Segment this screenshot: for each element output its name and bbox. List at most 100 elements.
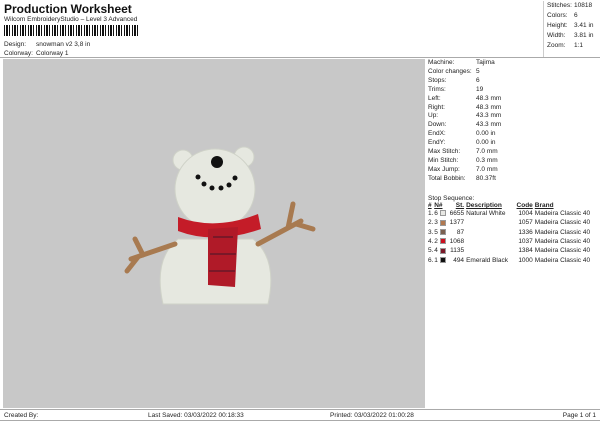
stop-sequence-label: Stop Sequence: [428, 195, 475, 202]
thread-description [466, 237, 514, 246]
stat-value: 3.81 in [574, 32, 594, 39]
info-row: Max Jump: 7.0 mm [428, 166, 598, 175]
info-label: Total Bobbin: [428, 174, 466, 182]
stat-label: Zoom: [547, 42, 566, 49]
color-swatch [439, 238, 446, 245]
info-value: 80.37ft [476, 174, 496, 182]
info-row: Max Stitch: 7.0 mm [428, 148, 598, 157]
thread-brand: Madeira Classic 40 [534, 228, 591, 236]
color-swatch [439, 247, 446, 254]
design-value: snowman v2 3,8 in [36, 41, 91, 48]
page-title: Production Worksheet [4, 2, 132, 16]
stitch-count: 1377 [449, 219, 465, 227]
table-row: 1. 6 6655 Natural White 1004 Madeira Classic… [428, 209, 598, 218]
footer: Created By: Last Saved: 03/03/2022 00:18… [0, 409, 600, 421]
info-row: Up: 43.3 mm [428, 112, 598, 121]
info-value: 43.3 mm [476, 112, 502, 120]
thread-brand: Madeira Classic 40 [534, 238, 591, 246]
column-header: Code [516, 202, 533, 209]
info-label: Color changes: [428, 67, 472, 75]
stat-value: 3.41 in [574, 22, 594, 29]
thread-code: 1057 [518, 219, 533, 227]
stat-label: Height: [547, 22, 568, 29]
info-label: Stops: [428, 76, 447, 84]
info-label: Down: [428, 121, 447, 129]
color-swatch [439, 229, 446, 236]
column-header: St. [455, 202, 465, 209]
stat-label: Colors: [547, 12, 568, 19]
needle-cell: 4 [434, 246, 447, 255]
info-label: Machine: [428, 59, 455, 66]
info-row: Color changes: 5 [428, 68, 598, 77]
info-label: EndX: [428, 130, 446, 138]
thread-brand: Madeira Classic 40 [534, 256, 591, 264]
column-header: N# [434, 202, 443, 209]
colorway-row: Colorway: Colorway 1 [4, 50, 69, 57]
needle-number: 5 [434, 228, 438, 236]
stat-value: 6 [574, 12, 578, 19]
column-header: Description [466, 202, 502, 209]
info-value: 0.3 mm [476, 156, 498, 164]
table-row: 5. 4 1135 1384 Madeira Classic 40 [428, 246, 598, 255]
software-name: Wilcom EmbroideryStudio – Level 3 Advanc… [4, 16, 138, 23]
design-preview [3, 59, 425, 408]
snowman-image [124, 146, 316, 305]
table-row: 6. 1 494 Emerald Black 1000 Madeira Classic … [428, 255, 598, 264]
needle-number: 3 [434, 219, 438, 227]
thread-description [466, 246, 514, 255]
info-label: Left: [428, 94, 441, 102]
info-value: 0.00 in [476, 139, 496, 147]
stat-value: 1:1 [574, 42, 584, 49]
info-row: Total Bobbin: 80.37ft [428, 175, 598, 184]
stop-sequence-table: Stop Sequence: # N# St. Description Code Bran… [428, 195, 598, 265]
thread-brand: Madeira Classic 40 [534, 247, 591, 255]
stitch-count: 1068 [449, 238, 465, 246]
needle-number: 2 [434, 238, 438, 246]
info-label: Trims: [428, 85, 446, 93]
stat-value: 10818 [574, 2, 593, 9]
needle-cell: 5 [434, 228, 447, 237]
thread-code: 1004 [518, 210, 533, 218]
needle-cell: 6 [434, 209, 447, 218]
stat-label: Width: [547, 32, 566, 39]
thread-code: 1037 [518, 238, 533, 246]
info-row: Down: 43.3 mm [428, 121, 598, 130]
stat-label: Stitches: [547, 2, 572, 9]
info-row: Right: 48.3 mm [428, 104, 598, 113]
stitch-count: 87 [456, 228, 465, 236]
created-by: Created By: [4, 412, 39, 419]
info-value: 5 [476, 67, 480, 75]
thread-brand: Madeira Classic 40 [534, 210, 591, 218]
info-row: Machine: Tajima [428, 59, 598, 68]
needle-number: 6 [434, 210, 438, 218]
thread-description [466, 218, 514, 227]
info-label: Right: [428, 103, 445, 111]
thread-code: 1384 [518, 247, 533, 255]
machine-info: Machine: Tajima Color changes: 5 Stops: 6 Trim… [428, 59, 598, 184]
needle-cell: 1 [434, 255, 447, 264]
thread-code: 1336 [518, 228, 533, 236]
stat-row: Stitches: 10818 [547, 1, 594, 11]
info-value: 7.0 mm [476, 148, 498, 156]
stats-panel: Stitches: 10818 Colors: 6 Height: 3.41 in Widt… [543, 1, 594, 57]
info-value: 19 [476, 85, 484, 93]
stat-row: Width: 3.81 in [547, 31, 594, 41]
info-value: 0.00 in [476, 130, 496, 138]
info-label: EndY: [428, 139, 446, 147]
thread-description: Emerald Black [466, 256, 508, 264]
needle-number: 4 [434, 247, 438, 255]
info-label: Min Stitch: [428, 156, 459, 164]
info-label: Max Jump: [428, 165, 460, 173]
info-row: EndX: 0.00 in [428, 130, 598, 139]
thread-description [466, 228, 514, 237]
stat-row: Zoom: 1:1 [547, 41, 594, 51]
design-label: Design: [4, 41, 27, 48]
info-row: Left: 48.3 mm [428, 95, 598, 104]
needle-cell: 2 [434, 237, 447, 246]
info-label: Up: [428, 112, 439, 120]
table-row: 2. 3 1377 1057 Madeira Classic 40 [428, 218, 598, 227]
barcode [4, 25, 138, 36]
table-row: 3. 5 87 1336 Madeira Classic 40 [428, 228, 598, 237]
thread-description: Natural White [466, 210, 506, 218]
info-value: 43.3 mm [476, 121, 502, 129]
